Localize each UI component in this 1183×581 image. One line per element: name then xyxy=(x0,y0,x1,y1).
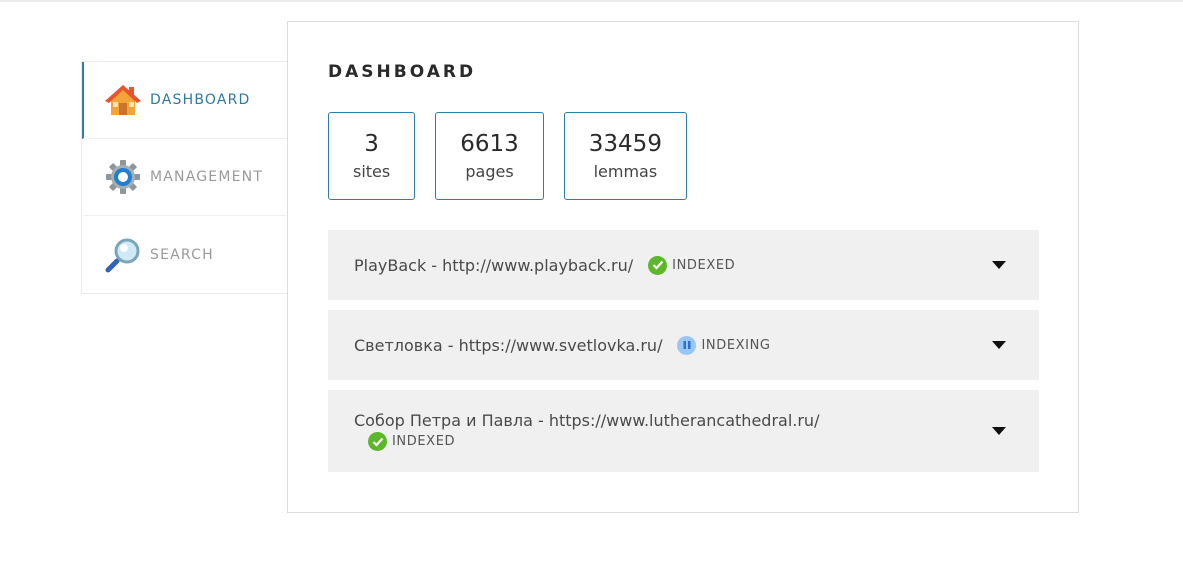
chevron-down-icon[interactable] xyxy=(992,261,1006,269)
sidebar-item-management[interactable]: MANAGEMENT xyxy=(82,139,288,216)
site-row[interactable]: PlayBack - http://www.playback.ru/ INDEX… xyxy=(328,230,1039,300)
sidebar: DASHBOARD MANAGEMENT SEARCH xyxy=(81,61,288,294)
chevron-down-icon[interactable] xyxy=(992,427,1006,435)
sidebar-item-label: DASHBOARD xyxy=(150,92,251,108)
site-title: PlayBack - http://www.playback.ru/ xyxy=(354,255,634,275)
status-badge: INDEXED xyxy=(648,255,736,275)
status-badge: INDEXING xyxy=(677,335,771,355)
top-divider xyxy=(0,0,1183,2)
site-row[interactable]: Собор Петра и Павла - https://www.luther… xyxy=(328,390,1039,472)
pause-icon xyxy=(677,335,697,355)
site-row[interactable]: Светловка - https://www.svetlovka.ru/ IN… xyxy=(328,310,1039,380)
check-icon xyxy=(648,255,668,275)
dashboard-card: DASHBOARD 3 sites 6613 pages 33459 lemma… xyxy=(287,21,1079,513)
stat-label: sites xyxy=(353,162,391,181)
stat-label: lemmas xyxy=(593,162,658,181)
status-text: INDEXED xyxy=(392,434,456,449)
status-badge: INDEXED xyxy=(368,432,455,451)
stat-sites: 3 sites xyxy=(328,112,416,200)
stat-value: 3 xyxy=(364,131,379,157)
stat-value: 33459 xyxy=(588,131,662,157)
site-title: Светловка - https://www.svetlovka.ru/ xyxy=(354,335,663,355)
chevron-down-icon[interactable] xyxy=(992,341,1006,349)
site-list: PlayBack - http://www.playback.ru/ INDEX… xyxy=(328,230,1039,482)
stat-pages: 6613 pages xyxy=(435,112,544,200)
sidebar-item-search[interactable]: SEARCH xyxy=(82,216,288,293)
stat-lemmas: 33459 lemmas xyxy=(563,112,687,200)
home-icon xyxy=(104,81,142,119)
magnifier-icon xyxy=(104,236,142,274)
stat-label: pages xyxy=(465,162,514,181)
check-icon xyxy=(368,432,387,451)
status-text: INDEXING xyxy=(701,337,771,353)
site-title: Собор Петра и Павла - https://www.luther… xyxy=(354,411,820,430)
sidebar-item-dashboard[interactable]: DASHBOARD xyxy=(82,62,288,139)
status-text: INDEXED xyxy=(672,257,736,273)
stats-row: 3 sites 6613 pages 33459 lemmas xyxy=(328,112,707,200)
sidebar-item-label: MANAGEMENT xyxy=(150,169,264,185)
sidebar-item-label: SEARCH xyxy=(150,246,214,263)
gear-icon xyxy=(104,158,142,196)
stat-value: 6613 xyxy=(460,131,519,157)
page-title: DASHBOARD xyxy=(328,62,477,82)
